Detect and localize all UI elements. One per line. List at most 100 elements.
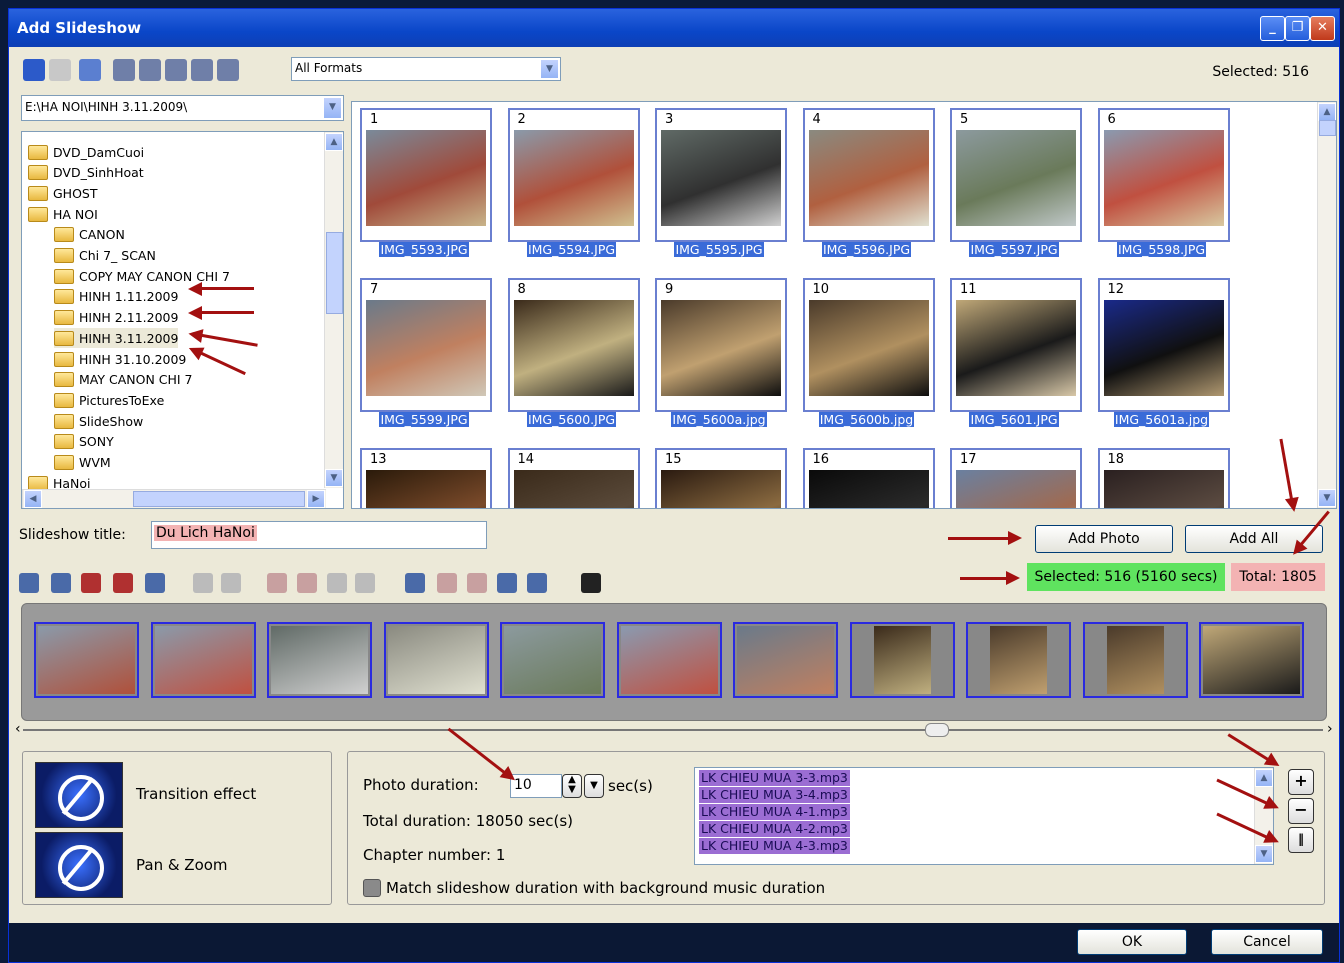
scroll-up-icon[interactable]: ▲ xyxy=(325,133,343,151)
close-button[interactable]: ✕ xyxy=(1310,16,1335,41)
thumbnail-filename[interactable]: IMG_5598.JPG xyxy=(1097,242,1227,257)
slideshow-title-input[interactable]: Du Lich HaNoi xyxy=(151,521,487,549)
music-settings-button[interactable]: ‖ xyxy=(1288,827,1314,853)
remove-music-button[interactable]: − xyxy=(1288,798,1314,824)
tree-item[interactable]: Chi 7_ SCAN xyxy=(54,246,156,266)
scroll-down-icon[interactable]: ▼ xyxy=(325,469,343,487)
duration-spinner[interactable]: ▲ ▼ xyxy=(562,774,582,798)
remove-all-icon[interactable] xyxy=(467,573,487,593)
music-track[interactable]: LK CHIEU MUA 3-3.mp3 xyxy=(699,770,850,786)
play-icon[interactable] xyxy=(581,573,601,593)
photo-thumbnail[interactable]: 17 xyxy=(950,448,1082,508)
tree-vertical-scrollbar[interactable]: ▲ ▼ xyxy=(324,132,343,488)
slide-thumbnail[interactable] xyxy=(733,622,838,698)
pan-zoom-icon[interactable] xyxy=(35,832,123,898)
photo-thumbnail[interactable]: 3 xyxy=(655,108,787,242)
photo-thumbnail[interactable]: 2 xyxy=(507,108,640,242)
photo-thumbnail[interactable]: 1 xyxy=(360,108,492,242)
photo-thumbnail[interactable]: 15 xyxy=(655,448,787,508)
photo-thumbnail[interactable]: 8 xyxy=(507,278,640,412)
slide-thumbnail[interactable] xyxy=(34,622,139,698)
tree-item[interactable]: HINH 3.11.2009 xyxy=(54,328,179,349)
slide-thumbnail[interactable] xyxy=(150,622,256,698)
tree-item[interactable]: DVD_DamCuoi xyxy=(28,142,144,162)
slide-thumbnail[interactable] xyxy=(267,622,372,698)
chevron-down-icon[interactable]: ▼ xyxy=(323,97,342,119)
scroll-right-icon[interactable]: ▶ xyxy=(307,490,325,508)
path-select[interactable]: E:\HA NOI\HINH 3.11.2009\ ▼ xyxy=(21,95,344,121)
export-icon[interactable] xyxy=(497,573,517,593)
ok-button[interactable]: OK xyxy=(1077,929,1187,955)
tree-item[interactable]: SlideShow xyxy=(54,411,143,431)
slide-thumbnail[interactable] xyxy=(500,622,605,698)
thumbnail-filename[interactable]: IMG_5600b.jpg xyxy=(802,412,932,427)
tree-item[interactable]: HINH 1.11.2009 xyxy=(54,287,178,307)
scroll-down-icon[interactable]: ▼ xyxy=(1255,845,1273,863)
rotate-left-icon[interactable] xyxy=(19,573,39,593)
scroll-left-icon[interactable]: ◀ xyxy=(24,490,42,508)
slide-thumbnail[interactable] xyxy=(966,622,1071,698)
scroll-up-icon[interactable]: ▲ xyxy=(1318,103,1336,121)
tree-item[interactable]: HINH 31.10.2009 xyxy=(54,349,186,369)
scroll-right-icon[interactable]: › xyxy=(1327,721,1333,737)
tree-item[interactable]: CANON xyxy=(54,225,125,245)
delete-all-icon[interactable] xyxy=(113,573,133,593)
match-duration-checkbox[interactable] xyxy=(363,879,381,897)
photo-gallery[interactable]: 1 IMG_5593.JPG 2 IMG_5594.JPG 3 IMG_5595.JPG 4… xyxy=(351,101,1337,509)
slide-thumbnail[interactable] xyxy=(383,622,489,698)
photo-thumbnail[interactable]: 13 xyxy=(360,448,492,508)
photo-thumbnail[interactable]: 6 xyxy=(1097,108,1230,242)
thumbnail-filename[interactable]: IMG_5601a.jpg xyxy=(1097,412,1227,427)
filmstrip-scroll-track[interactable] xyxy=(23,729,1323,731)
cut-icon[interactable] xyxy=(267,573,287,593)
match-duration-label[interactable]: Match slideshow duration with background… xyxy=(386,879,825,897)
scroll-up-icon[interactable]: ▲ xyxy=(1255,769,1273,787)
add-music-button[interactable]: + xyxy=(1288,769,1314,795)
refresh-icon[interactable] xyxy=(217,59,239,81)
slideshow-filmstrip[interactable] xyxy=(21,603,1327,721)
tree-item[interactable]: HINH 2.11.2009 xyxy=(54,308,178,328)
photo-thumbnail[interactable]: 11 xyxy=(950,278,1082,412)
tree-item[interactable]: HA NOI xyxy=(28,204,98,224)
add-photo-button[interactable]: Add Photo xyxy=(1035,525,1173,553)
page-options-icon[interactable] xyxy=(527,573,547,593)
thumbnail-filename[interactable]: IMG_5600a.jpg xyxy=(654,412,784,427)
thumbnail-filename[interactable]: IMG_5595.JPG xyxy=(654,242,784,257)
text-icon[interactable] xyxy=(193,573,213,593)
cut-all-icon[interactable] xyxy=(297,573,317,593)
photo-thumbnail[interactable]: 4 xyxy=(802,108,935,242)
photo-thumbnail[interactable]: 5 xyxy=(950,108,1082,242)
thumbnail-filename[interactable]: IMG_5601.JPG xyxy=(949,412,1079,427)
scroll-thumb[interactable] xyxy=(326,232,343,314)
slide-thumbnail[interactable] xyxy=(1199,622,1304,698)
photo-thumbnail[interactable]: 9 xyxy=(655,278,787,412)
copy-icon[interactable] xyxy=(191,59,213,81)
thumbnail-filename[interactable]: IMG_5599.JPG xyxy=(359,412,489,427)
thumbnail-filename[interactable]: IMG_5596.JPG xyxy=(802,242,932,257)
browse-icon[interactable] xyxy=(165,59,187,81)
properties-icon[interactable] xyxy=(145,573,165,593)
music-list[interactable]: LK CHIEU MUA 3-3.mp3 LK CHIEU MUA 3-4.mp3… xyxy=(694,767,1274,865)
scroll-left-icon[interactable]: ‹ xyxy=(15,721,21,737)
photo-thumbnail[interactable]: 7 xyxy=(360,278,492,412)
view-tree-icon[interactable] xyxy=(139,59,161,81)
scroll-thumb[interactable] xyxy=(133,491,305,507)
tree-horizontal-scrollbar[interactable]: ◀ ▶ xyxy=(22,489,326,508)
scroll-thumb[interactable] xyxy=(1319,120,1336,136)
pan-zoom-label[interactable]: Pan & Zoom xyxy=(136,856,228,874)
view-details-icon[interactable] xyxy=(113,59,135,81)
music-track[interactable]: LK CHIEU MUA 3-4.mp3 xyxy=(699,787,850,803)
thumbnail-filename[interactable]: IMG_5594.JPG xyxy=(507,242,637,257)
photo-thumbnail[interactable]: 18 xyxy=(1097,448,1230,508)
slide-thumbnail[interactable] xyxy=(849,622,955,698)
forward-icon[interactable] xyxy=(49,59,71,81)
filmstrip-slider-thumb[interactable] xyxy=(925,723,949,737)
caption-icon[interactable] xyxy=(221,573,241,593)
photo-thumbnail[interactable]: 12 xyxy=(1097,278,1230,412)
tree-item[interactable]: COPY MAY CANON CHI 7 xyxy=(54,266,230,286)
music-track[interactable]: LK CHIEU MUA 4-1.mp3 xyxy=(699,804,850,820)
photo-duration-input[interactable]: 10 xyxy=(510,774,562,798)
transition-effect-icon[interactable] xyxy=(35,762,123,828)
photo-thumbnail[interactable]: 16 xyxy=(802,448,935,508)
folder-tree[interactable]: DVD_DamCuoi DVD_SinhHoat GHOST HA NOI CANON C… xyxy=(21,131,344,509)
